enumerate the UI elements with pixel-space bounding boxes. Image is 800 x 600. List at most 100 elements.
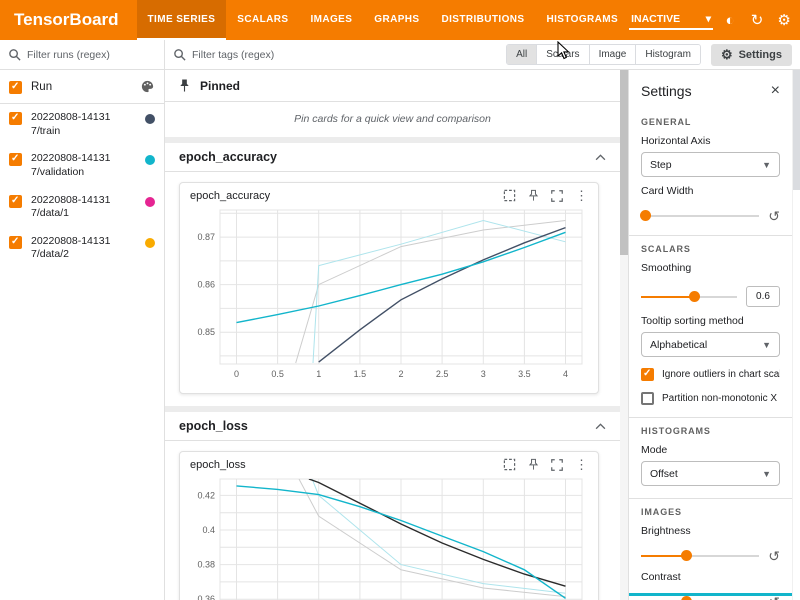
scrollbar-thumb[interactable] xyxy=(620,70,628,255)
card-header: epoch_accuracy ⋮ xyxy=(180,183,598,202)
slider-thumb[interactable] xyxy=(689,291,700,302)
filter-image-button[interactable]: Image xyxy=(590,45,637,64)
run-color-dot xyxy=(145,155,155,165)
slider-thumb[interactable] xyxy=(640,210,651,221)
card-actions: ⋮ xyxy=(503,189,588,202)
fullscreen-icon[interactable] xyxy=(551,190,563,202)
refresh-icon[interactable]: ↻ xyxy=(747,10,767,30)
section-header-epoch-loss[interactable]: epoch_loss xyxy=(165,412,620,441)
card-header: epoch_loss ⋮ xyxy=(180,452,598,471)
run-label: 20220808-141317/data/1 xyxy=(31,194,119,221)
horizontal-axis-select[interactable]: Step ▼ xyxy=(641,152,780,177)
filter-runs-input[interactable] xyxy=(27,49,145,61)
line-chart-epoch-accuracy[interactable]: 0.870.860.8500.511.522.533.54 xyxy=(180,202,598,393)
card-width-slider[interactable] xyxy=(641,215,759,217)
card-width-row: ↺ xyxy=(641,209,780,223)
svg-text:0.85: 0.85 xyxy=(197,327,215,337)
chevron-down-icon: ▼ xyxy=(762,340,771,350)
run-checkbox[interactable] xyxy=(9,195,22,208)
collapse-chevron-icon[interactable] xyxy=(595,154,606,161)
smoothing-slider[interactable] xyxy=(641,296,737,298)
run-row-validation[interactable]: 20220808-141317/validation xyxy=(0,145,164,186)
tab-histograms[interactable]: HISTOGRAMS xyxy=(535,0,629,40)
main-scrollbar[interactable] xyxy=(620,70,628,600)
filter-tags-row xyxy=(173,48,506,61)
card-title: epoch_loss xyxy=(190,459,246,471)
svg-text:0.4: 0.4 xyxy=(202,525,215,535)
run-row-train[interactable]: 20220808-141317/train xyxy=(0,104,164,145)
run-color-dot xyxy=(145,114,155,124)
gear-icon: ⚙ xyxy=(721,47,733,63)
tab-graphs[interactable]: GRAPHS xyxy=(363,0,430,40)
app-logo[interactable]: TensorBoard xyxy=(0,0,137,40)
more-options-icon[interactable]: ⋮ xyxy=(575,458,588,471)
line-chart-epoch-loss[interactable]: 0.420.40.380.3600.511.522.533.54 xyxy=(180,471,598,600)
settings-scrollbar[interactable] xyxy=(792,70,800,600)
pin-card-icon[interactable] xyxy=(528,458,539,471)
filter-scalars-button[interactable]: Scalars xyxy=(537,45,589,64)
fit-domain-icon[interactable] xyxy=(503,189,516,202)
filter-all-button[interactable]: All xyxy=(507,45,537,64)
run-color-palette-icon[interactable] xyxy=(140,79,155,94)
collapse-chevron-icon[interactable] xyxy=(595,423,606,430)
partition-x-axis-checkbox[interactable] xyxy=(641,392,654,405)
ignore-outliers-checkbox[interactable] xyxy=(641,368,654,381)
tab-time-series[interactable]: TIME SERIES xyxy=(137,0,227,40)
smoothing-value-input[interactable] xyxy=(746,286,780,307)
more-options-icon[interactable]: ⋮ xyxy=(575,189,588,202)
run-checkbox[interactable] xyxy=(9,236,22,249)
svg-text:0.42: 0.42 xyxy=(197,490,215,500)
card-title: epoch_accuracy xyxy=(190,190,270,202)
section-title: epoch_loss xyxy=(179,419,248,433)
svg-text:0.36: 0.36 xyxy=(197,594,215,600)
filter-tags-input[interactable] xyxy=(192,49,342,61)
select-all-runs-checkbox[interactable] xyxy=(9,81,22,94)
tab-images[interactable]: IMAGES xyxy=(299,0,363,40)
pin-card-icon[interactable] xyxy=(528,189,539,202)
close-icon[interactable]: × xyxy=(771,83,780,99)
ignore-outliers-row[interactable]: Ignore outliers in chart scaling xyxy=(641,368,780,381)
settings-section-images: IMAGES xyxy=(641,507,780,517)
partition-x-axis-label: Partition non-monotonic X axis xyxy=(662,393,780,404)
runs-header-row: Run xyxy=(0,70,164,104)
header-actions: INACTIVE ▾ ◐ ↻ ⚙ ? xyxy=(629,0,800,40)
scalar-card-epoch-accuracy: epoch_accuracy ⋮ 0.870.860.8500.511.522.… xyxy=(179,182,599,394)
partition-x-axis-row[interactable]: Partition non-monotonic X axis xyxy=(641,392,780,405)
settings-gear-icon[interactable]: ⚙ xyxy=(774,10,794,30)
settings-panel: Settings × GENERAL Horizontal Axis Step … xyxy=(628,70,792,600)
search-icon xyxy=(173,48,186,61)
pin-icon xyxy=(178,78,191,93)
theme-toggle-icon[interactable]: ◐ xyxy=(720,10,740,30)
svg-text:1: 1 xyxy=(316,369,321,379)
smoothing-label: Smoothing xyxy=(641,262,780,274)
reset-icon[interactable]: ↺ xyxy=(768,209,780,223)
search-icon xyxy=(8,48,21,61)
app-header: TensorBoard TIME SERIES SCALARS IMAGES G… xyxy=(0,0,800,40)
reload-status-select[interactable]: INACTIVE ▾ xyxy=(629,10,713,30)
section-header-epoch-accuracy[interactable]: epoch_accuracy xyxy=(165,143,620,172)
run-checkbox[interactable] xyxy=(9,153,22,166)
svg-text:0: 0 xyxy=(234,369,239,379)
brightness-slider[interactable] xyxy=(641,555,759,557)
filter-histogram-button[interactable]: Histogram xyxy=(636,45,700,64)
brightness-row: ↺ xyxy=(641,549,780,563)
divider xyxy=(629,417,792,418)
run-row-data1[interactable]: 20220808-141317/data/1 xyxy=(0,187,164,228)
content-area: Run 20220808-141317/train 20220808-14131… xyxy=(0,40,800,600)
slider-thumb[interactable] xyxy=(681,550,692,561)
settings-section-histograms: HISTOGRAMS xyxy=(641,426,780,436)
run-row-data2[interactable]: 20220808-141317/data/2 xyxy=(0,228,164,269)
fullscreen-icon[interactable] xyxy=(551,459,563,471)
slider-thumb[interactable] xyxy=(681,596,692,600)
fit-domain-icon[interactable] xyxy=(503,458,516,471)
histogram-mode-select[interactable]: Offset ▼ xyxy=(641,461,780,486)
run-checkbox[interactable] xyxy=(9,112,22,125)
settings-button[interactable]: ⚙ Settings xyxy=(711,44,792,66)
tab-distributions[interactable]: DISTRIBUTIONS xyxy=(430,0,535,40)
reset-icon[interactable]: ↺ xyxy=(768,549,780,563)
tooltip-sorting-select[interactable]: Alphabetical ▼ xyxy=(641,332,780,357)
tab-scalars[interactable]: SCALARS xyxy=(226,0,299,40)
scrollbar-thumb[interactable] xyxy=(793,70,800,190)
scalar-card-epoch-loss: epoch_loss ⋮ 0.420.40.380.3600.511.522.5… xyxy=(179,451,599,600)
ignore-outliers-label: Ignore outliers in chart scaling xyxy=(662,369,780,380)
